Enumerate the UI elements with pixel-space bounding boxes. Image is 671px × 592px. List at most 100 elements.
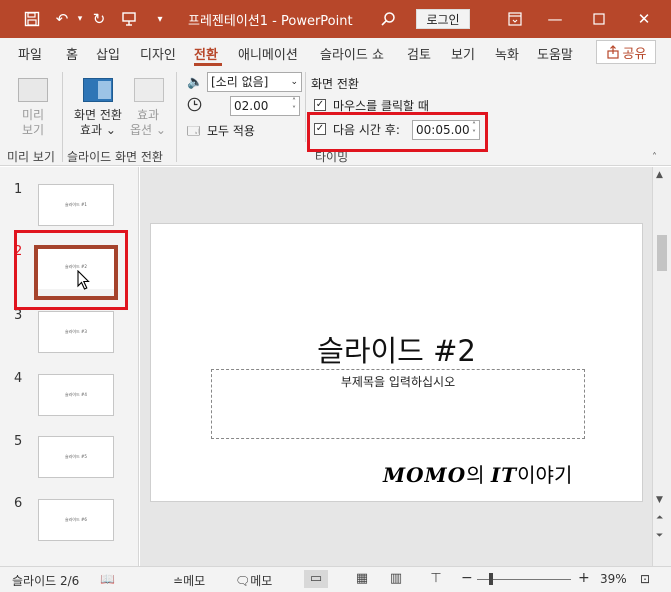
timing-group-label: 타이밍 [315,150,349,164]
collapse-ribbon-icon[interactable]: ˄ [652,152,657,163]
preview-icon[interactable] [18,78,48,102]
tab-design[interactable]: 디자인 [140,44,176,63]
slide-thumbnail[interactable]: 슬라이드 #1 [38,184,114,226]
thumbnail-number: 1 [14,182,23,197]
slide-thumbnail[interactable]: 슬라이드 #4 [38,374,114,416]
transition-effect-label-2[interactable]: 효과 ⌄ [70,123,126,138]
slide-counter: 슬라이드 2/6 [12,574,80,588]
present-icon[interactable] [119,9,139,29]
search-icon[interactable] [378,9,398,29]
close-icon[interactable]: ✕ [634,9,654,29]
ribbon-tabs: 파일 홈 삽입 디자인 전환 애니메이션 슬라이드 쇼 검토 보기 녹화 도움말 [0,38,671,66]
after-spin-down-icon[interactable]: ˅ [472,130,476,138]
redo-icon[interactable]: ↻ [89,9,109,29]
transition-effect-label-1[interactable]: 화면 전환 [70,108,126,123]
tab-transitions[interactable]: 전환 [194,44,218,63]
duration-input[interactable]: 02.00 ˄ ˅ [230,96,300,116]
save-icon[interactable] [22,9,42,29]
customize-toolbar-icon[interactable]: ▾ [150,9,170,29]
slideshow-view-icon[interactable]: ⊤ [424,570,448,588]
sound-select[interactable]: [소리 없음] ⌄ [207,72,302,92]
zoom-in-icon[interactable]: + [578,570,590,586]
preview-label-2[interactable]: 보기 [14,123,52,138]
next-slide-icon[interactable]: ⏷ [656,531,663,541]
normal-view-icon[interactable]: ▭ [304,570,328,588]
zoom-out-icon[interactable]: − [461,570,473,586]
maximize-icon[interactable] [589,9,609,29]
subtitle-placeholder[interactable]: 부제목을 입력하십시오 [211,369,585,439]
group-divider [62,72,63,162]
previous-slide-icon[interactable]: ⏶ [656,513,663,523]
mouse-cursor-icon [77,270,90,290]
spell-check-icon[interactable]: 📖 [100,572,115,586]
share-icon [606,45,619,59]
thumbnail-number: 3 [14,308,23,323]
subtitle-text: 부제목을 입력하십시오 [340,375,456,389]
slide-title[interactable]: 슬라이드 #2 [151,328,642,370]
zoom-level[interactable]: 39% [600,572,627,586]
comments-icon: 🗨 [235,574,251,588]
thumbnail-text: 슬라이드 #5 [65,454,87,459]
scroll-up-icon[interactable]: ▲ [656,170,663,180]
tab-help[interactable]: 도움말 [537,44,573,63]
fit-to-window-icon[interactable]: ⊡ [640,572,650,586]
apply-all-button[interactable]: 모두 적용 [207,122,255,139]
share-label: 공유 [622,46,647,62]
vertical-scrollbar[interactable]: ▲ ▼ ⏶ ⏷ [652,167,671,566]
document-title: 프레젠테이션1 - PowerPoint [188,14,353,29]
ribbon-display-options-icon[interactable] [505,9,525,29]
share-button[interactable]: 공유 [596,40,656,64]
preview-label-1[interactable]: 미리 [14,108,52,123]
on-click-label: 마우스를 클릭할 때 [333,99,429,113]
sound-dropdown-icon: ⌄ [290,77,298,87]
tab-review[interactable]: 검토 [407,44,431,63]
thumbnail-text: 슬라이드 #4 [65,392,87,397]
notes-button[interactable]: ≐메모 [173,572,205,589]
on-click-checkbox[interactable]: ✓ [314,99,326,111]
tab-insert[interactable]: 삽입 [96,44,120,63]
tab-slideshow[interactable]: 슬라이드 쇼 [320,44,384,63]
duration-clock-icon [187,97,202,115]
tab-file[interactable]: 파일 [18,44,42,63]
sound-icon: 🔈 [187,75,204,90]
tab-home[interactable]: 홈 [66,44,78,63]
login-button[interactable]: 로그인 [416,9,470,29]
after-checkbox[interactable]: ✓ [314,123,326,135]
thumbnail-number: 6 [14,496,23,511]
after-label: 다음 시간 후: [333,123,400,137]
group-divider [176,72,177,162]
tab-view[interactable]: 보기 [451,44,475,63]
slide-thumbnail[interactable]: 슬라이드 #3 [38,311,114,353]
status-bar: 슬라이드 2/6 📖 ≐메모 🗨메모 ▭ ▦ ▥ ⊤ − + 39% ⊡ [0,566,671,592]
comments-button[interactable]: 🗨메모 [235,572,272,589]
duration-spin-down-icon[interactable]: ˅ [292,106,296,114]
ribbon: 미리 보기 미리 보기 화면 전환 효과 ⌄ 효과 옵션 ⌄ 슬라이드 화면 전… [0,66,671,166]
reading-view-icon[interactable]: ▥ [384,570,408,588]
tab-animations[interactable]: 애니메이션 [238,44,298,63]
transition-group-label: 슬라이드 화면 전환 [67,150,163,164]
effect-options-label-1[interactable]: 효과 [126,108,170,123]
effect-options-icon[interactable] [134,78,164,102]
slide-thumbnail[interactable]: 슬라이드 #5 [38,436,114,478]
scroll-thumb[interactable] [657,235,667,271]
scroll-down-icon[interactable]: ▼ [656,495,663,505]
thumbnail-number: 2 [14,244,23,259]
thumbnail-number: 4 [14,371,23,386]
selected-thumbnail-frame [34,245,118,300]
after-time-input[interactable]: 00:05.00 ˄ ˅ [412,120,480,140]
minimize-icon[interactable]: — [545,9,565,29]
slide-sorter-icon[interactable]: ▦ [350,570,374,588]
zoom-slider-thumb[interactable] [489,573,493,585]
slide-thumbnail[interactable]: 슬라이드 #6 [38,499,114,541]
thumbnail-text: 슬라이드 #1 [65,202,87,207]
transition-effect-icon[interactable] [83,78,113,102]
effect-options-label-2[interactable]: 옵션 ⌄ [126,123,170,138]
tab-record[interactable]: 녹화 [495,44,519,63]
notes-icon: ≐ [173,574,184,588]
advance-slide-header: 화면 전환 [311,77,359,91]
thumbnail-text: 슬라이드 #6 [65,517,87,522]
watermark-text: MOMO의 IT이야기 [383,463,573,487]
slide-canvas[interactable]: 슬라이드 #2 부제목을 입력하십시오 MOMO의 IT이야기 [150,223,643,502]
undo-icon[interactable]: ↶ [52,9,72,29]
undo-dropdown-icon[interactable]: ▾ [70,9,90,29]
